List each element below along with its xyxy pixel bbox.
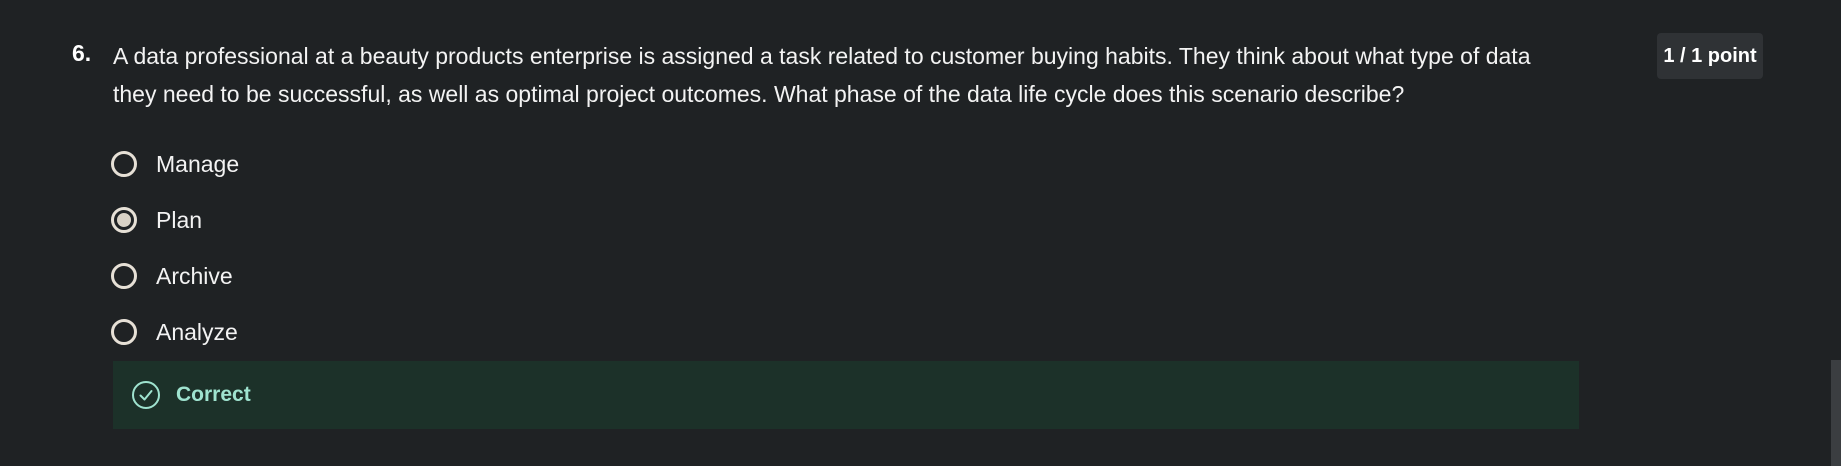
check-circle-icon — [131, 380, 161, 410]
option-manage[interactable]: Manage — [111, 136, 239, 192]
radio-button[interactable] — [111, 151, 137, 177]
feedback-banner: Correct — [113, 361, 1579, 429]
answer-options: Manage Plan Archive Analyze — [111, 136, 239, 360]
option-label: Analyze — [156, 318, 238, 345]
feedback-label: Correct — [176, 383, 251, 406]
radio-button[interactable] — [111, 263, 137, 289]
option-label: Archive — [156, 262, 233, 289]
option-analyze[interactable]: Analyze — [111, 304, 239, 360]
option-label: Manage — [156, 150, 240, 177]
radio-button[interactable] — [111, 319, 137, 345]
option-label: Plan — [156, 206, 203, 233]
option-archive[interactable]: Archive — [111, 248, 239, 304]
question-text: A data professional at a beauty products… — [113, 43, 1531, 107]
radio-button-selected[interactable] — [111, 207, 137, 233]
scrollbar-thumb[interactable] — [1831, 360, 1841, 466]
question-number: 6. — [72, 40, 92, 66]
option-plan[interactable]: Plan — [111, 192, 239, 248]
quiz-question: 6. A data professional at a beauty produ… — [0, 0, 1841, 466]
radio-selected-dot — [117, 213, 131, 227]
points-badge: 1 / 1 point — [1657, 33, 1763, 79]
